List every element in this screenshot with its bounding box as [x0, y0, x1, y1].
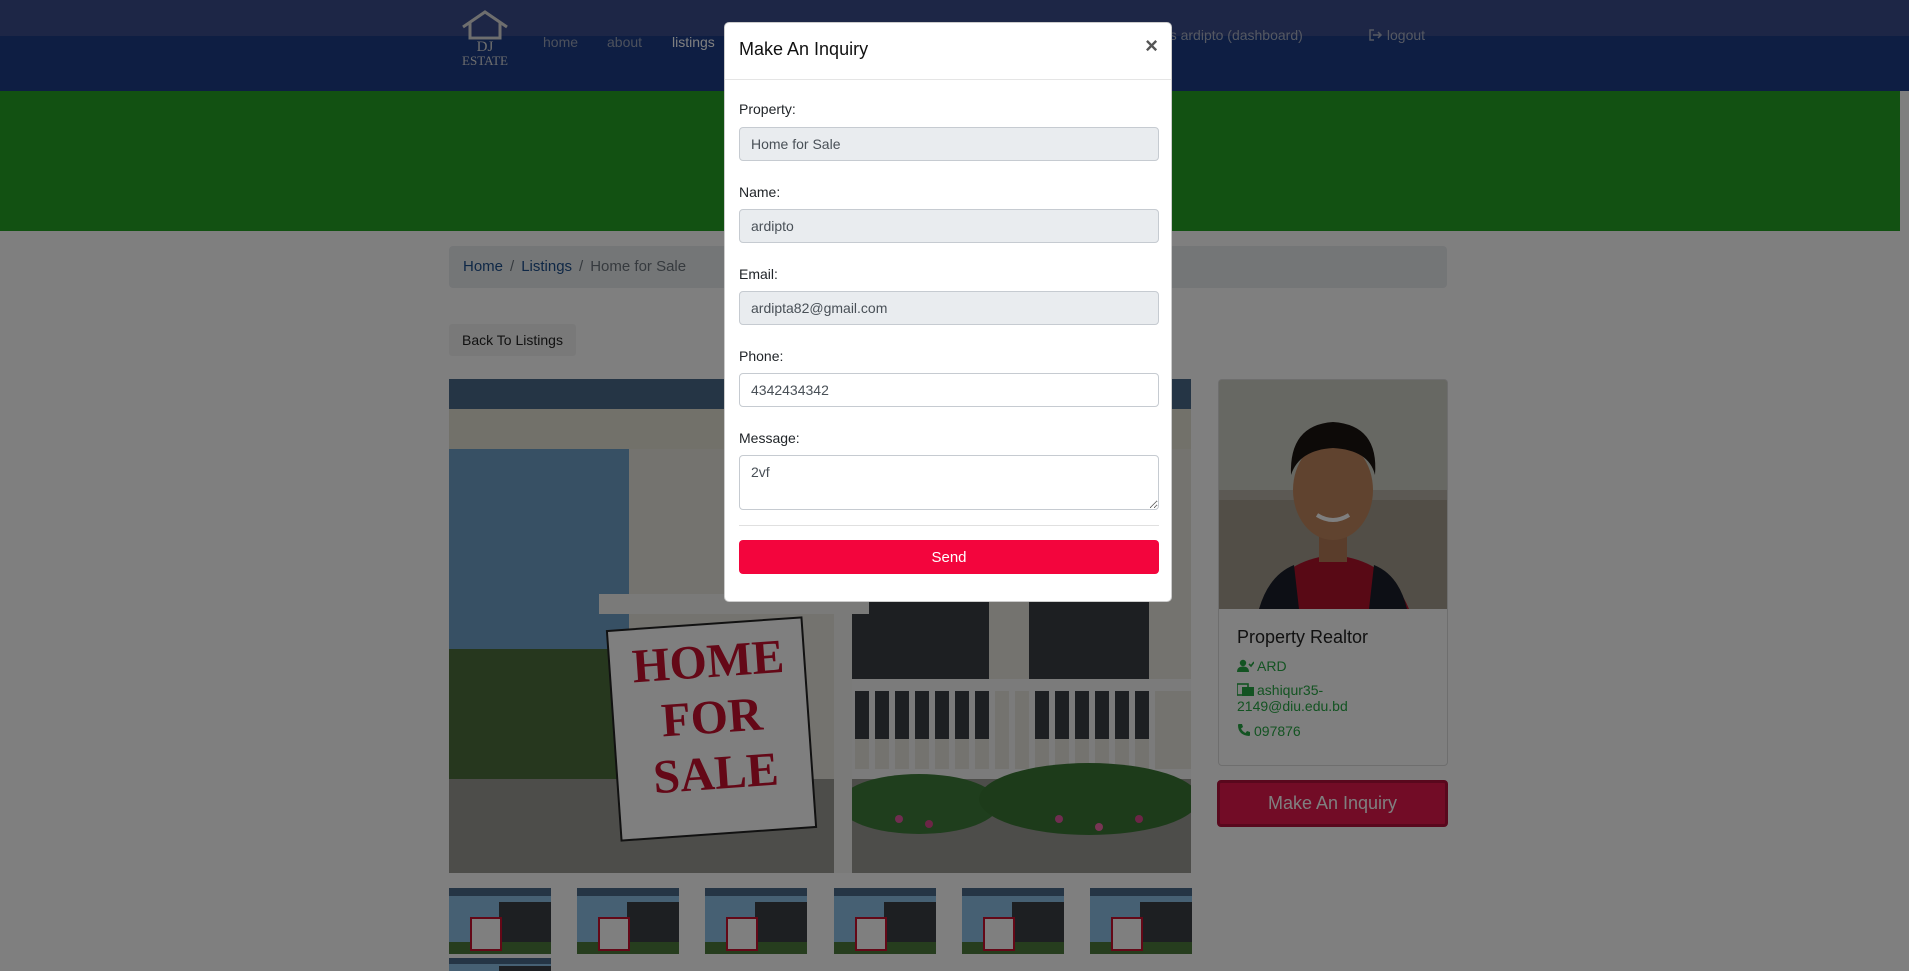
- modal-divider: [739, 525, 1159, 526]
- modal-title: Make An Inquiry: [739, 39, 869, 59]
- close-icon[interactable]: ×: [1145, 35, 1158, 57]
- email-field[interactable]: [739, 291, 1159, 325]
- modal-header: Make An Inquiry ×: [725, 23, 1171, 80]
- name-label: Name:: [739, 184, 781, 200]
- phone-field[interactable]: [739, 373, 1159, 407]
- email-label: Email:: [739, 266, 778, 282]
- name-field[interactable]: [739, 209, 1159, 243]
- send-button[interactable]: Send: [739, 540, 1159, 574]
- message-label: Message:: [739, 430, 800, 446]
- message-field[interactable]: 2vf: [739, 455, 1159, 510]
- inquiry-modal: Make An Inquiry × Property: Name: Email:…: [724, 22, 1172, 602]
- phone-label: Phone:: [739, 348, 784, 364]
- property-field[interactable]: [739, 127, 1159, 161]
- property-label: Property:: [739, 101, 796, 117]
